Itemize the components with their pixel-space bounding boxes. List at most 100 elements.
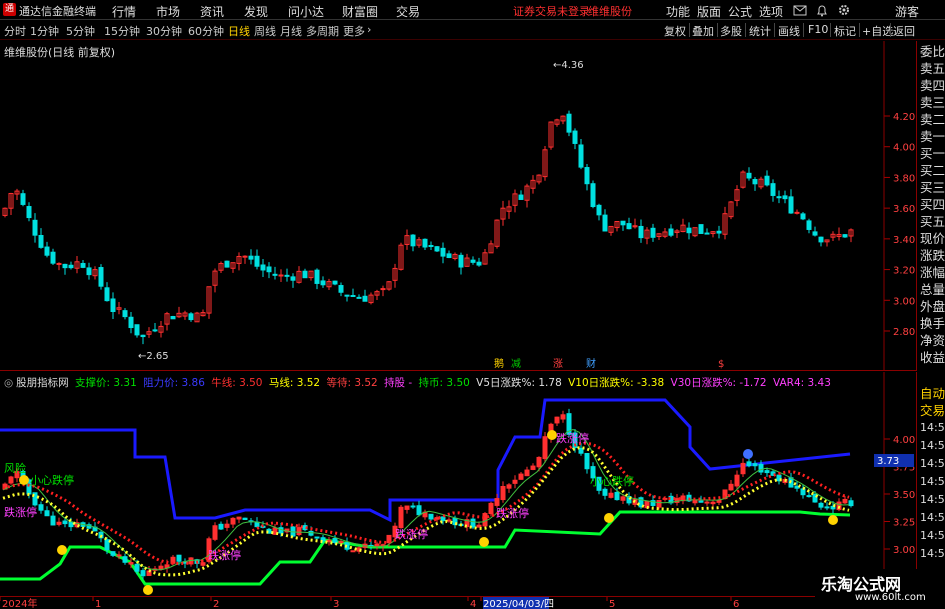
divider xyxy=(803,23,804,37)
candlestick-svg[interactable]: 4.20 4.00 3.80 3.60 3.40 3.20 3.00 2.80 ←4.36 ←2.… xyxy=(0,41,917,371)
mail-icon[interactable] xyxy=(793,3,807,17)
quote-field-label[interactable]: 买四 xyxy=(920,196,945,213)
price-chart[interactable]: 4.20 4.00 3.80 3.60 3.40 3.20 3.00 2.80 ←4.36 ←2.… xyxy=(0,41,917,371)
login-status[interactable]: 证券交易未登录 xyxy=(513,3,590,19)
quote-field-label[interactable]: 换手 xyxy=(920,315,945,332)
indicator-svg[interactable]: 4.003.753.503.253.003.73风险小心跌停跌涨停跌涨停小心跌停… xyxy=(0,372,917,597)
price-label: 3.00 xyxy=(893,296,915,307)
candle-body xyxy=(104,287,110,302)
quote-field-label[interactable]: 现价 xyxy=(920,230,945,247)
quote-field-label[interactable]: 卖二 xyxy=(920,111,945,128)
quote-field-label[interactable]: 卖三 xyxy=(920,94,945,111)
candle-body xyxy=(68,264,74,269)
draw-line-button[interactable]: 画线 xyxy=(778,23,800,39)
menu-news[interactable]: 资讯 xyxy=(200,3,224,20)
trade-button[interactable]: 交易 xyxy=(920,402,945,419)
f10-button[interactable]: F10 xyxy=(808,23,828,36)
period-more[interactable]: 更多 xyxy=(343,23,365,39)
price-label: 4.00 xyxy=(893,143,915,154)
statistics-button[interactable]: 统计 xyxy=(749,23,771,39)
candle-body xyxy=(212,525,218,540)
quote-sidebar: 委比 卖五 卖四 卖三 卖二 卖一 买一 买二 买三 买四 买五 现价 涨跌 涨幅 总量 外盘 换手 净资 收益自动… xyxy=(918,41,945,609)
guest-user[interactable]: 游客 xyxy=(895,3,919,20)
quote-field-label[interactable]: 买一 xyxy=(920,145,945,162)
divider xyxy=(689,23,690,37)
candle-body xyxy=(578,144,584,168)
menu-quotes[interactable]: 行情 xyxy=(112,3,136,20)
bell-icon[interactable] xyxy=(815,3,829,17)
candle-body xyxy=(704,501,710,504)
quote-field-label[interactable]: 收益 xyxy=(920,349,945,366)
period-multi[interactable]: 多周期 xyxy=(306,23,339,39)
quote-field-label[interactable]: 卖五 xyxy=(920,60,945,77)
indicator-chart[interactable]: 4.00 3.75 3.50 3.25 3.00 3.73 风险 小心跌停 跌涨停 跌涨停 小心跌停… xyxy=(0,372,917,597)
restore-rights-button[interactable]: 复权 xyxy=(664,23,686,39)
menu-ask[interactable]: 问小达 xyxy=(288,3,324,20)
menu-layout[interactable]: 版面 xyxy=(697,3,721,20)
period-daily[interactable]: 日线 xyxy=(228,23,250,39)
gear-icon[interactable] xyxy=(837,3,851,17)
candle-body xyxy=(356,296,362,299)
tick-time: 14:56 xyxy=(920,493,945,506)
menu-formula[interactable]: 公式 xyxy=(728,3,752,20)
period-weekly[interactable]: 周线 xyxy=(254,23,276,39)
candle-body xyxy=(332,280,338,285)
menu-market[interactable]: 市场 xyxy=(156,3,180,20)
menu-options[interactable]: 选项 xyxy=(759,3,783,20)
candle-body xyxy=(806,495,812,498)
quote-field-label[interactable]: 总量 xyxy=(920,281,945,298)
quote-field-label[interactable]: 卖一 xyxy=(920,128,945,145)
x-tick-label: 5 xyxy=(609,599,615,609)
candle-body xyxy=(44,246,50,256)
quote-field-label[interactable]: 涨幅 xyxy=(920,264,945,281)
period-5min[interactable]: 5分钟 xyxy=(66,23,95,39)
price-label: 3.00 xyxy=(893,545,915,556)
price-label: 3.25 xyxy=(893,518,915,529)
add-watchlist-button[interactable]: +自选 xyxy=(862,23,893,39)
mark-button[interactable]: 标记 xyxy=(834,23,856,39)
period-1min[interactable]: 1分钟 xyxy=(30,23,59,39)
overlay-button[interactable]: 叠加 xyxy=(692,23,714,39)
auto-button[interactable]: 自动 xyxy=(920,385,945,402)
menu-discover[interactable]: 发现 xyxy=(244,3,268,20)
candle-body xyxy=(716,499,722,503)
quote-field-label[interactable]: 卖四 xyxy=(920,77,945,94)
indicator-legend: ◎ 股朋指标网 支撑价: 3.31 阻力价: 3.86 牛线: 3.50 马线: … xyxy=(4,375,834,389)
quote-field-label[interactable]: 委比 xyxy=(920,43,945,60)
quote-field-label[interactable]: 买三 xyxy=(920,179,945,196)
multi-stock-button[interactable]: 多股 xyxy=(720,23,742,39)
divider xyxy=(717,23,718,37)
period-60min[interactable]: 60分钟 xyxy=(188,23,224,39)
low-price-label: ←2.65 xyxy=(138,351,169,362)
menu-trade[interactable]: 交易 xyxy=(396,3,420,20)
candle-body xyxy=(188,313,194,321)
period-30min[interactable]: 30分钟 xyxy=(146,23,182,39)
indicator-name[interactable]: 股朋指标网 xyxy=(16,377,69,389)
period-15min[interactable]: 15分钟 xyxy=(104,23,140,39)
indicator-toggle-icon[interactable]: ◎ xyxy=(4,377,13,389)
quote-field-label[interactable]: 买五 xyxy=(920,213,945,230)
app-logo-icon: 通 xyxy=(3,3,16,16)
legend-v10: V10日涨跌%: -3.38 xyxy=(568,377,665,389)
menu-wealth[interactable]: 财富圈 xyxy=(342,3,378,20)
tick-time: 14:56 xyxy=(920,547,945,560)
candle-body xyxy=(842,498,848,504)
candle-body xyxy=(104,539,110,551)
quote-field-label[interactable]: 净资 xyxy=(920,332,945,349)
period-intraday[interactable]: 分时 xyxy=(4,23,26,39)
signal-annotation: 跌涨停 xyxy=(395,527,428,541)
candle-body xyxy=(176,554,182,562)
candle-body xyxy=(710,501,716,505)
candle-body xyxy=(446,253,452,259)
app-title: 通达信金融终端 xyxy=(19,5,96,18)
candle-body xyxy=(776,196,782,199)
period-monthly[interactable]: 月线 xyxy=(280,23,302,39)
back-button[interactable]: 返回 xyxy=(893,23,915,39)
event-mark: 财 xyxy=(586,357,596,370)
menu-function[interactable]: 功能 xyxy=(666,3,690,20)
quote-field-label[interactable]: 涨跌 xyxy=(920,247,945,264)
divider xyxy=(745,23,746,37)
chevron-right-icon[interactable]: › xyxy=(367,23,371,36)
quote-field-label[interactable]: 外盘 xyxy=(920,298,945,315)
quote-field-label[interactable]: 买二 xyxy=(920,162,945,179)
